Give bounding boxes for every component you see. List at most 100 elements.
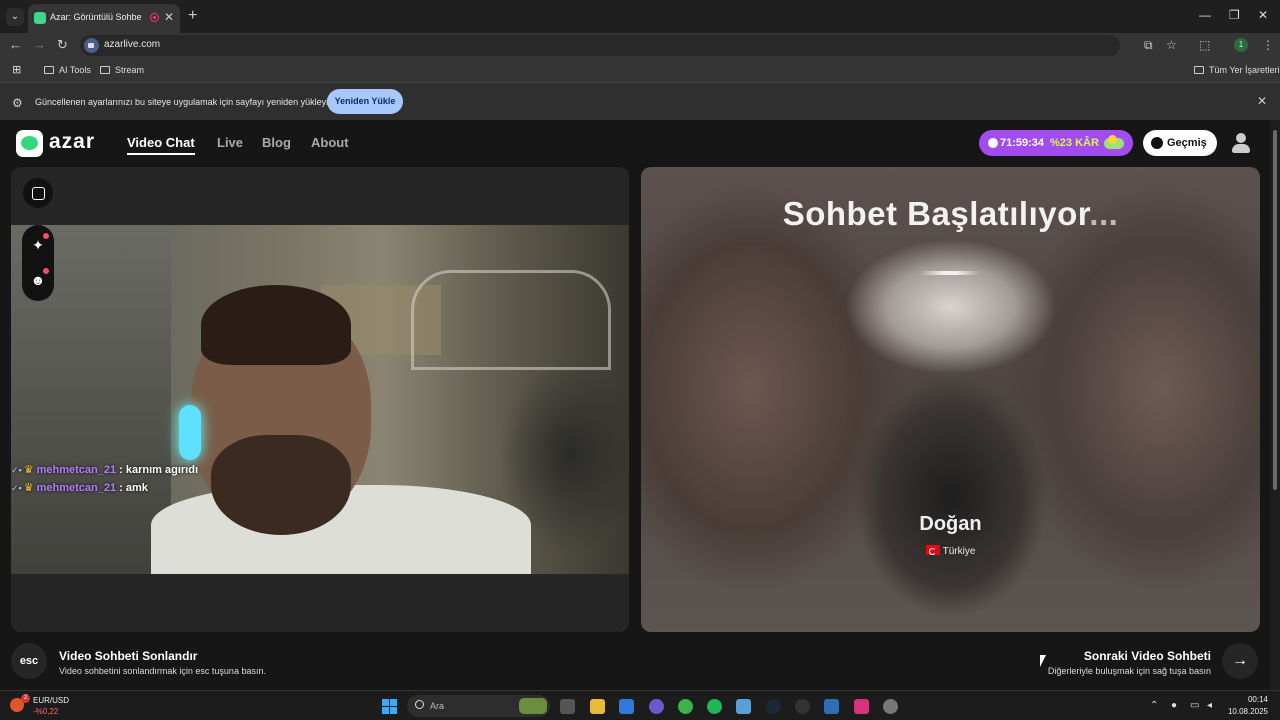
end-chat-button[interactable]: esc <box>11 643 47 679</box>
scrollbar-thumb[interactable] <box>1273 130 1277 490</box>
azar-logo[interactable]: azar <box>16 130 106 158</box>
bookmark-star-icon[interactable]: ☆ <box>1166 38 1177 52</box>
nav-video-chat[interactable]: Video Chat <box>127 135 195 155</box>
promo-timer-badge[interactable]: 71:59:34 %23 KÂR <box>979 130 1133 156</box>
browser-tab-strip: ⌄ Azar: Görüntülü Sohbet, Arkadaş ✕ + — … <box>0 0 1280 33</box>
chat-username[interactable]: mehmetcan_21 <box>37 464 117 476</box>
expand-icon[interactable] <box>23 178 53 208</box>
network-app-icon[interactable] <box>736 699 751 714</box>
extensions-icon[interactable]: ⬚ <box>1199 38 1210 52</box>
taskbar-search[interactable]: Ara <box>407 695 550 717</box>
notification-dot <box>43 233 49 239</box>
search-placeholder: Ara <box>430 701 445 711</box>
partner-name: Doğan <box>919 513 982 535</box>
back-icon[interactable]: ← <box>9 37 22 52</box>
chat-text: : amk <box>119 482 148 494</box>
cam-bed-rail <box>411 270 611 370</box>
effects-sparkle-icon[interactable]: ✦ <box>30 237 46 253</box>
remote-video-panel: Sohbet Başlatılıyor... Doğan Türkiye <box>641 167 1260 632</box>
reload-icon[interactable]: ↻ <box>57 37 68 53</box>
tray-overflow-icon[interactable]: ⌃ <box>1150 700 1158 711</box>
chat-message: ✓• ♛ mehmetcan_21 : amk <box>11 481 148 494</box>
forward-icon[interactable]: → <box>33 37 46 52</box>
all-bookmarks-label: Tüm Yer İşaretleri <box>1209 65 1280 75</box>
profile-avatar[interactable]: 1 <box>1234 38 1248 52</box>
apps-grid-icon[interactable]: ⊞ <box>12 63 21 76</box>
widget-badge: 2 <box>21 694 30 703</box>
bookmark-ai-tools[interactable]: AI Tools <box>44 65 91 75</box>
headset-light <box>179 405 201 460</box>
tab-title: Azar: Görüntülü Sohbet, Arkadaş <box>50 12 142 22</box>
reload-infobar: ⚙ Güncellenen ayarlarınızı bu siteye uyg… <box>0 82 1280 120</box>
infobar-close-icon[interactable]: ✕ <box>1257 94 1267 108</box>
obs-icon[interactable] <box>795 699 810 714</box>
task-view-icon[interactable] <box>560 699 575 714</box>
new-tab-icon[interactable]: + <box>188 7 197 25</box>
steam-icon[interactable] <box>766 699 781 714</box>
instagram-icon[interactable] <box>854 699 869 714</box>
sticker-face-icon[interactable]: ☻ <box>30 272 46 288</box>
end-chat-hint: Video sohbetini sonlandırmak için esc tu… <box>59 666 266 676</box>
local-video-panel: ✦ ☻ ✓• ♛ mehmetcan_21 : karnım agırıdı ✓• ♛… <box>11 167 629 632</box>
nav-live[interactable]: Live <box>217 135 243 150</box>
page-scrollbar[interactable] <box>1270 120 1280 690</box>
tab-search-icon[interactable]: ⌄ <box>6 8 24 26</box>
turkey-flag-icon <box>925 545 940 555</box>
chrome-icon[interactable] <box>678 699 693 714</box>
site-info-icon[interactable] <box>84 38 99 53</box>
address-bar[interactable]: azarlive.com <box>80 35 1120 56</box>
minimize-icon[interactable]: — <box>1199 8 1211 22</box>
settings-gear-icon: ⚙ <box>12 96 23 110</box>
crown-icon: ♛ <box>23 464 34 476</box>
store-icon[interactable] <box>619 699 634 714</box>
browser-tab[interactable]: Azar: Görüntülü Sohbet, Arkadaş ✕ <box>28 4 180 33</box>
network-icon[interactable]: ▭ <box>1190 700 1199 711</box>
browser-toolbar: ← → ↻ azarlive.com ⧉ ☆ ⬚ 1 ⋮ <box>0 33 1280 58</box>
next-chat-arrow-icon[interactable]: → <box>1222 643 1258 679</box>
start-tile <box>390 699 397 706</box>
taskbar-date[interactable]: 10.08.2025 <box>1224 707 1268 716</box>
azar-page: azar Video Chat Live Blog About 71:59:34… <box>0 120 1270 690</box>
cast-icon[interactable]: ⧉ <box>1144 38 1153 53</box>
ticker-name[interactable]: EUR/USD <box>33 696 69 705</box>
microphone-icon[interactable]: ● <box>1171 700 1177 711</box>
user-avatar-icon[interactable] <box>1229 131 1253 155</box>
file-explorer-icon[interactable] <box>590 699 605 714</box>
nav-blog[interactable]: Blog <box>262 135 291 150</box>
connecting-status: Sohbet Başlatılıyor... <box>641 195 1260 233</box>
bookmark-stream[interactable]: Stream <box>100 65 144 75</box>
cam-beard <box>211 435 351 535</box>
restore-icon[interactable]: ❐ <box>1229 8 1240 22</box>
side-toolbar: ✦ ☻ <box>22 225 54 301</box>
avatar-body <box>1232 144 1250 153</box>
chat-message: ✓• ♛ mehmetcan_21 : karnım agırıdı <box>11 463 198 476</box>
country-label: Türkiye <box>942 546 976 557</box>
streaming-app-icon[interactable] <box>824 699 839 714</box>
start-tile <box>382 707 389 714</box>
local-camera-feed <box>11 225 629 574</box>
browser-menu-icon[interactable]: ⋮ <box>1262 38 1274 52</box>
partner-country: Türkiye <box>641 545 1260 557</box>
next-chat-title: Sonraki Video Sohbeti <box>1083 649 1211 663</box>
windows-start-icon[interactable] <box>382 699 397 714</box>
loading-indicator <box>920 271 980 275</box>
tab-close-icon[interactable]: ✕ <box>164 10 174 24</box>
all-bookmarks[interactable]: Tüm Yer İşaretleri <box>1194 65 1280 75</box>
folder-icon <box>1194 66 1204 74</box>
volume-icon[interactable]: ◂ <box>1207 700 1212 711</box>
search-highlight-icon <box>519 698 547 714</box>
azar-logo-icon <box>16 130 43 157</box>
spotify-icon[interactable] <box>707 699 722 714</box>
chat-username[interactable]: mehmetcan_21 <box>37 482 117 494</box>
start-tile <box>390 707 397 714</box>
discord-icon[interactable] <box>649 699 664 714</box>
taskbar-time[interactable]: 00:14 <box>1232 695 1268 704</box>
bookmarks-bar: ⊞ AI Tools Stream Tüm Yer İşaretleri <box>0 58 1280 82</box>
url-text[interactable]: azarlive.com <box>104 39 160 50</box>
nav-about[interactable]: About <box>311 135 349 150</box>
reload-page-button[interactable]: Yeniden Yükle <box>327 89 403 114</box>
recording-icon <box>150 13 159 22</box>
settings-icon[interactable] <box>883 699 898 714</box>
history-button[interactable]: Geçmiş <box>1143 130 1217 156</box>
window-close-icon[interactable]: ✕ <box>1258 8 1268 22</box>
